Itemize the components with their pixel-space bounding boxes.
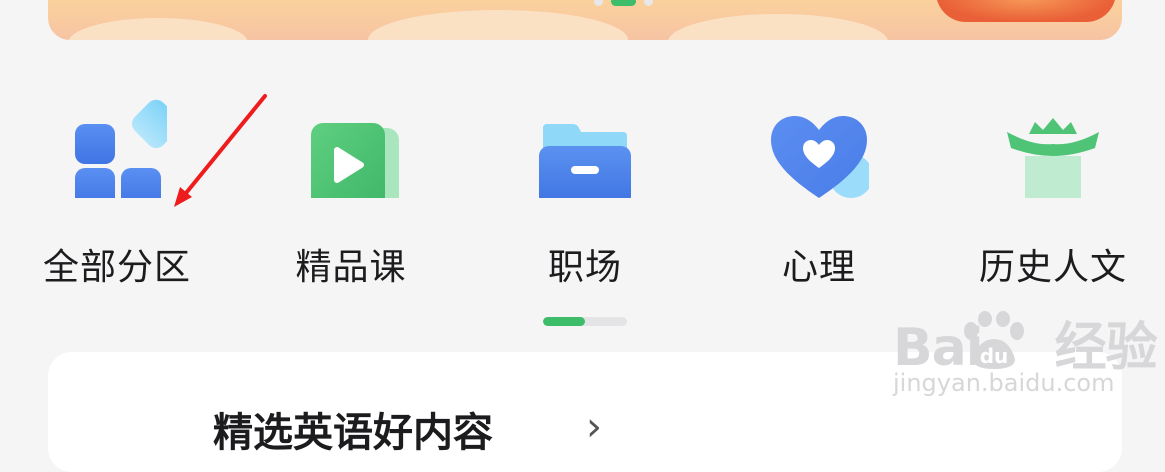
category-label: 心理 [781, 247, 856, 288]
category-label: 职场 [547, 247, 622, 288]
pavilion-icon [1003, 98, 1103, 202]
category-all[interactable]: 全部分区 [17, 98, 217, 290]
baidu-watermark: Bai 经验 du jingyan.baidu.com [893, 305, 1158, 397]
featured-title[interactable]: 精选英语好内容 [213, 400, 493, 458]
scroll-indicator-fill [543, 317, 585, 326]
banner-coin-illustration [936, 0, 1116, 22]
category-history-humanities[interactable]: 历史人文 [953, 98, 1153, 290]
banner-cloud [68, 18, 248, 40]
watermark-url: jingyan.baidu.com [893, 369, 1115, 397]
banner-cloud [668, 14, 888, 40]
category-premium-course[interactable]: 精品课 [251, 98, 451, 290]
category-psychology[interactable]: 心理 [719, 98, 919, 290]
category-label: 全部分区 [42, 247, 191, 288]
category-scroll-indicator [543, 317, 627, 326]
banner-cloud [368, 10, 628, 40]
banner-carousel[interactable] [48, 0, 1122, 40]
category-workplace[interactable]: 职场 [485, 98, 685, 290]
heart-icon [769, 98, 873, 198]
grid-icon [67, 98, 181, 208]
svg-text:du: du [980, 344, 1009, 368]
category-label: 历史人文 [978, 247, 1127, 288]
carousel-dots [594, 0, 653, 6]
carousel-dot[interactable] [594, 0, 603, 6]
paw-logo-icon: du [964, 311, 1024, 369]
chevron-right-icon[interactable]: › [586, 404, 602, 450]
play-icon [301, 98, 401, 209]
category-row: 全部分区 精品课 职场 心理 历史人文 [0, 98, 1165, 288]
carousel-dot[interactable] [644, 0, 653, 6]
category-label: 精品课 [295, 247, 407, 288]
folder-icon [535, 98, 635, 206]
carousel-dot-active[interactable] [611, 0, 636, 6]
